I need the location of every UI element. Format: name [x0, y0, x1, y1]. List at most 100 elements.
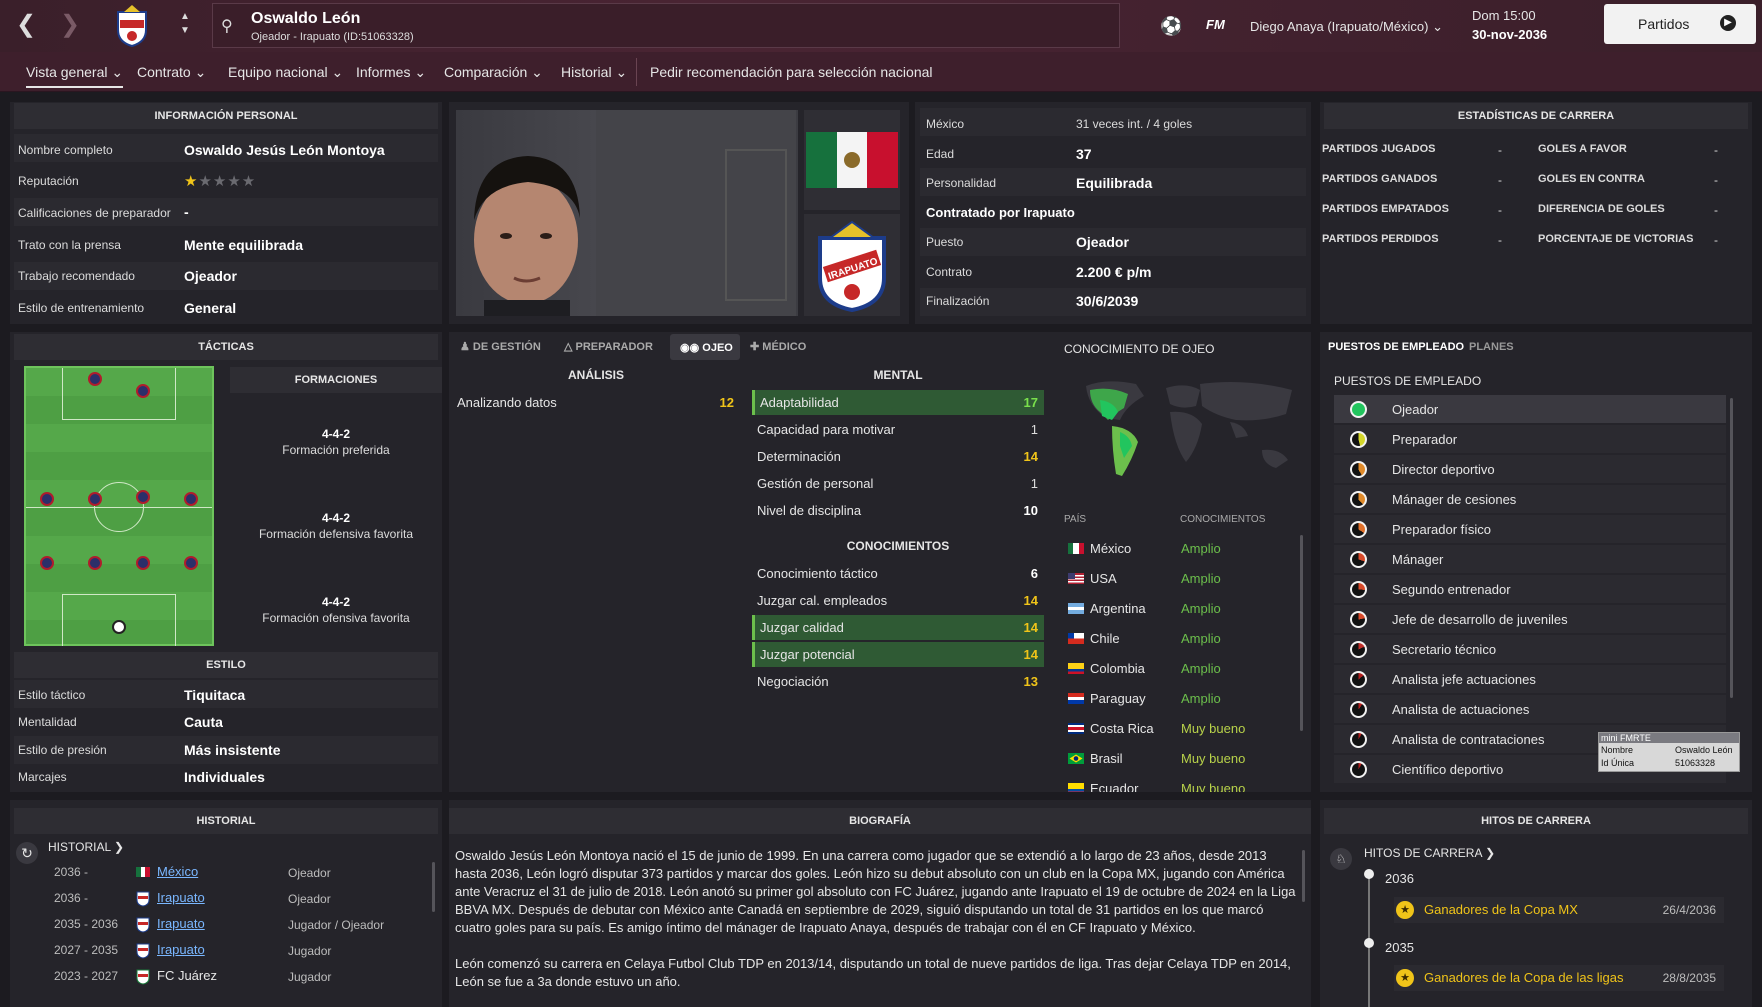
player-marker[interactable] — [40, 492, 54, 506]
history-row[interactable]: 2036 - Irapuato Ojeador — [18, 886, 430, 912]
suitability-icon — [1350, 641, 1367, 658]
job-row[interactable]: Segundo entrenador — [1334, 575, 1726, 603]
milestone-row[interactable]: ★ Ganadores de la Copa MX 26/4/2036 — [1394, 897, 1724, 923]
fm-logo[interactable]: FM — [1206, 17, 1225, 32]
job-row[interactable]: Analista jefe actuaciones — [1334, 665, 1726, 693]
country-row[interactable]: USA Amplio — [1064, 563, 1300, 593]
history-row[interactable]: 2027 - 2035 Irapuato Jugador — [18, 938, 430, 964]
stat-label: GOLES EN CONTRA — [1538, 173, 1645, 185]
job-name: Jefe de desarrollo de juveniles — [1392, 612, 1568, 627]
personality-label: Personalidad — [926, 176, 997, 190]
club-crest-icon[interactable] — [110, 4, 154, 48]
job-name: Segundo entrenador — [1392, 582, 1511, 597]
world-map[interactable] — [1066, 376, 1306, 484]
tactics-pitch[interactable] — [24, 366, 214, 646]
attribute-row: Juzgar cal. empleados 14 — [757, 593, 1038, 608]
country-row[interactable]: Costa Rica Muy bueno — [1064, 713, 1300, 743]
history-row[interactable]: 2036 - México Ojeador — [18, 860, 430, 886]
job-name: Mánager — [1392, 552, 1444, 567]
age-label: Edad — [926, 147, 955, 161]
mental-title: MENTAL — [873, 368, 923, 382]
milestones-link[interactable]: HITOS DE CARRERA ❯ — [1364, 846, 1495, 860]
job-row[interactable]: Ojeador — [1334, 395, 1726, 423]
player-marker[interactable] — [136, 556, 150, 570]
country-row[interactable]: Brasil Muy bueno — [1064, 743, 1300, 773]
career-stats-title: ESTADÍSTICAS DE CARRERA — [1324, 103, 1748, 129]
manager-select[interactable]: Diego Anaya (Irapuato/México) ⌄ — [1250, 19, 1443, 35]
tab-coach[interactable]: △ PREPARADOR — [564, 340, 653, 353]
suitability-icon — [1350, 731, 1367, 748]
search-box[interactable]: ⚲ Oswaldo León Ojeador - Irapuato (ID:51… — [212, 3, 1120, 48]
country-row[interactable]: Colombia Amplio — [1064, 653, 1300, 683]
attribute-row: Determinación 14 — [757, 449, 1038, 464]
nav-history[interactable]: Historial ⌄ — [561, 64, 627, 81]
forward-arrow-icon[interactable]: ❯ — [60, 10, 80, 39]
tab-scouting[interactable]: ◉◉ OJEO — [670, 334, 740, 360]
tab-management[interactable]: ♟ DE GESTIÓN — [460, 340, 541, 353]
job-row[interactable]: Secretario técnico — [1334, 635, 1726, 663]
stat-value: - — [1714, 233, 1718, 247]
country-row[interactable]: Paraguay Amplio — [1064, 683, 1300, 713]
player-marker[interactable] — [88, 492, 102, 506]
player-marker[interactable] — [88, 556, 102, 570]
country-row[interactable]: Chile Amplio — [1064, 623, 1300, 653]
attribute-row: Adaptabilidad 17 — [752, 390, 1044, 415]
job-row[interactable]: Preparador físico — [1334, 515, 1726, 543]
goalkeeper-marker[interactable] — [112, 620, 126, 634]
nav-reports[interactable]: Informes ⌄ — [356, 64, 426, 81]
suitability-icon — [1350, 551, 1367, 568]
tab-plans[interactable]: PLANES — [1469, 341, 1514, 353]
style-title: ESTILO — [14, 652, 438, 678]
argentina-flag-icon — [1068, 603, 1084, 614]
training-style-label: Estilo de entrenamiento — [18, 301, 145, 315]
role-value: Ojeador — [1076, 234, 1129, 250]
player-marker[interactable] — [40, 556, 54, 570]
nav-national-team[interactable]: Equipo nacional ⌄ — [228, 64, 343, 81]
biography-scrollbar[interactable] — [1302, 850, 1305, 902]
age-value: 37 — [1076, 146, 1092, 162]
scout-knowledge-title: CONOCIMIENTO DE OJEO — [1064, 342, 1215, 356]
personal-info-title: INFORMACIÓN PERSONAL — [14, 103, 438, 129]
player-marker[interactable] — [136, 490, 150, 504]
milestone-row[interactable]: ★ Ganadores de la Copa de las ligas 28/8… — [1394, 965, 1724, 991]
player-marker[interactable] — [184, 492, 198, 506]
nav-comparison[interactable]: Comparación ⌄ — [444, 64, 543, 81]
job-row[interactable]: Mánager — [1334, 545, 1726, 573]
trophy-icon: ★ — [1396, 969, 1414, 987]
history-scrollbar[interactable] — [432, 862, 435, 912]
nav-overview[interactable]: Vista general ⌄ — [26, 64, 124, 88]
back-arrow-icon[interactable]: ❮ — [16, 10, 36, 39]
job-row[interactable]: Jefe de desarrollo de juveniles — [1334, 605, 1726, 633]
country-column-header: PAÍS — [1064, 514, 1087, 525]
milestones-title: HITOS DE CARRERA — [1324, 808, 1748, 834]
country-list-scrollbar[interactable] — [1300, 535, 1303, 731]
job-row[interactable]: Preparador — [1334, 425, 1726, 453]
history-row[interactable]: 2023 - 2027 FC Juárez Jugador — [18, 964, 430, 990]
football-icon[interactable]: ⚽ — [1160, 16, 1182, 37]
tab-medical[interactable]: ✚ MÉDICO — [750, 340, 806, 353]
player-switch-icon[interactable]: ▲ ▼ — [180, 10, 190, 38]
job-row[interactable]: Mánager de cesiones — [1334, 485, 1726, 513]
job-row[interactable]: Analista de actuaciones — [1334, 695, 1726, 723]
country-row[interactable]: México Amplio — [1064, 533, 1300, 563]
stat-label: PARTIDOS GANADOS — [1322, 173, 1438, 185]
continue-button[interactable]: Partidos ▶ — [1604, 4, 1756, 44]
caps-value: 31 veces int. / 4 goles — [1076, 117, 1193, 131]
job-list-scrollbar[interactable] — [1730, 398, 1733, 698]
job-row[interactable]: Director deportivo — [1334, 455, 1726, 483]
history-link[interactable]: HISTORIAL ❯ — [48, 840, 124, 854]
player-marker[interactable] — [136, 384, 150, 398]
player-marker[interactable] — [184, 556, 198, 570]
nav-contract[interactable]: Contrato ⌄ — [137, 64, 206, 81]
mini-fmrte-widget[interactable]: mini FMRTE Nombre Oswaldo León Id Única … — [1598, 732, 1740, 772]
mentality-value: Cauta — [184, 714, 223, 730]
tab-staff-roles[interactable]: PUESTOS DE EMPLEADO — [1328, 341, 1464, 353]
country-row[interactable]: Argentina Amplio — [1064, 593, 1300, 623]
player-marker[interactable] — [88, 372, 102, 386]
media-handling-label: Trato con la prensa — [18, 238, 121, 252]
attribute-row: Juzgar potencial 14 — [752, 642, 1044, 667]
nav-request-recommendation[interactable]: Pedir recomendación para selección nacio… — [650, 64, 933, 80]
history-row[interactable]: 2035 - 2036 Irapuato Jugador / Ojeador — [18, 912, 430, 938]
country-row[interactable]: Ecuador Muy bueno — [1064, 773, 1300, 792]
reputation-label: Reputación — [18, 174, 79, 188]
